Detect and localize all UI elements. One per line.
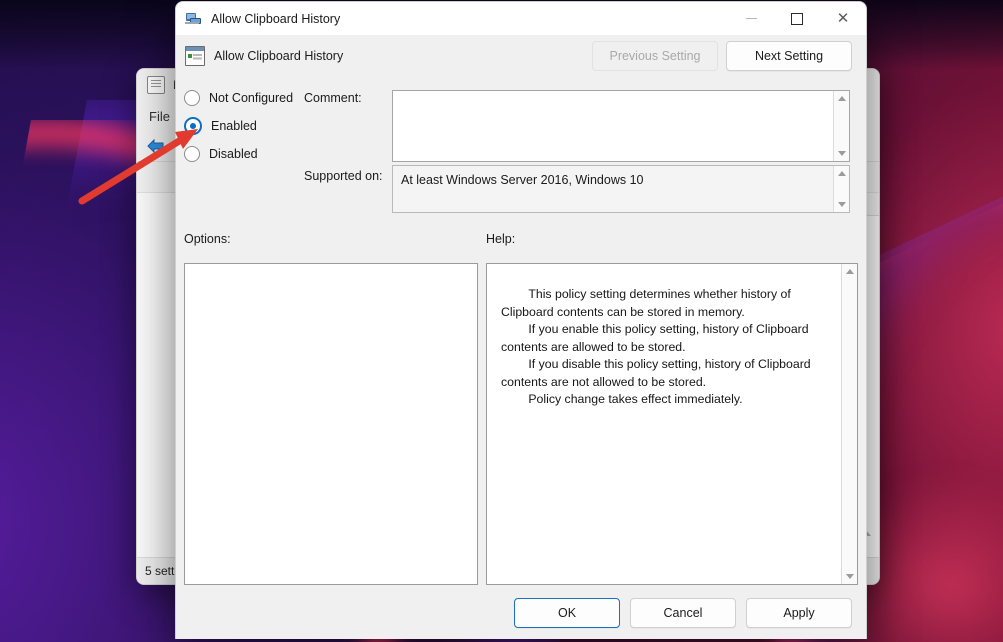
policy-setting-dialog: Allow Clipboard History ✕ Allow Clipboar… (175, 1, 867, 639)
policy-setting-icon (185, 10, 202, 27)
scroll-down-icon[interactable] (838, 202, 846, 207)
dialog-title: Allow Clipboard History (211, 12, 340, 26)
supported-on-field: At least Windows Server 2016, Windows 10 (392, 165, 850, 213)
apply-button[interactable]: Apply (746, 598, 852, 628)
document-icon (147, 76, 165, 94)
supported-on-label: Supported on: (304, 169, 383, 183)
radio-enabled-label: Enabled (211, 119, 257, 133)
help-label: Help: (486, 232, 515, 246)
help-panel[interactable]: This policy setting determines whether h… (486, 263, 858, 585)
radio-not-configured-label: Not Configured (209, 91, 293, 105)
cancel-button[interactable]: Cancel (630, 598, 736, 628)
options-label: Options: (184, 232, 231, 246)
window-controls: ✕ (728, 2, 866, 35)
help-text: This policy setting determines whether h… (501, 286, 833, 409)
radio-icon[interactable] (184, 146, 200, 162)
back-arrow-icon[interactable] (145, 137, 167, 155)
supported-on-scrollbar[interactable] (833, 166, 849, 212)
supported-on-value: At least Windows Server 2016, Windows 10 (401, 173, 643, 187)
close-icon[interactable]: ✕ (820, 2, 866, 35)
scroll-up-icon[interactable] (846, 269, 854, 274)
next-setting-button[interactable]: Next Setting (726, 41, 852, 71)
radio-icon-selected[interactable] (184, 117, 202, 135)
policy-tree-pane[interactable] (137, 193, 176, 558)
minimize-icon[interactable] (728, 2, 774, 35)
options-panel[interactable] (184, 263, 478, 585)
policy-icon (185, 46, 205, 66)
help-scrollbar[interactable] (841, 264, 857, 584)
radio-icon[interactable] (184, 90, 200, 106)
comment-input[interactable] (392, 90, 850, 162)
scroll-down-icon[interactable] (838, 151, 846, 156)
scroll-down-icon[interactable] (846, 574, 854, 579)
scroll-up-icon[interactable] (838, 171, 846, 176)
maximize-icon[interactable] (774, 2, 820, 35)
setting-navigation: Previous Setting Next Setting (592, 41, 852, 71)
scroll-up-icon[interactable] (838, 96, 846, 101)
comment-scrollbar[interactable] (833, 91, 849, 161)
dialog-titlebar[interactable]: Allow Clipboard History ✕ (176, 2, 866, 35)
radio-disabled-label: Disabled (209, 147, 258, 161)
comment-label: Comment: (304, 91, 362, 105)
menu-item-file[interactable]: File (149, 109, 170, 124)
screen: Loc File dev × (0, 0, 1003, 642)
radio-disabled[interactable]: Disabled (184, 140, 374, 168)
previous-setting-button[interactable]: Previous Setting (592, 41, 718, 71)
ok-button[interactable]: OK (514, 598, 620, 628)
radio-enabled[interactable]: Enabled (184, 112, 374, 140)
dialog-footer: OK Cancel Apply (176, 586, 866, 639)
policy-name-label: Allow Clipboard History (214, 49, 343, 63)
dialog-policy-header: Allow Clipboard History Previous Setting… (176, 35, 866, 76)
